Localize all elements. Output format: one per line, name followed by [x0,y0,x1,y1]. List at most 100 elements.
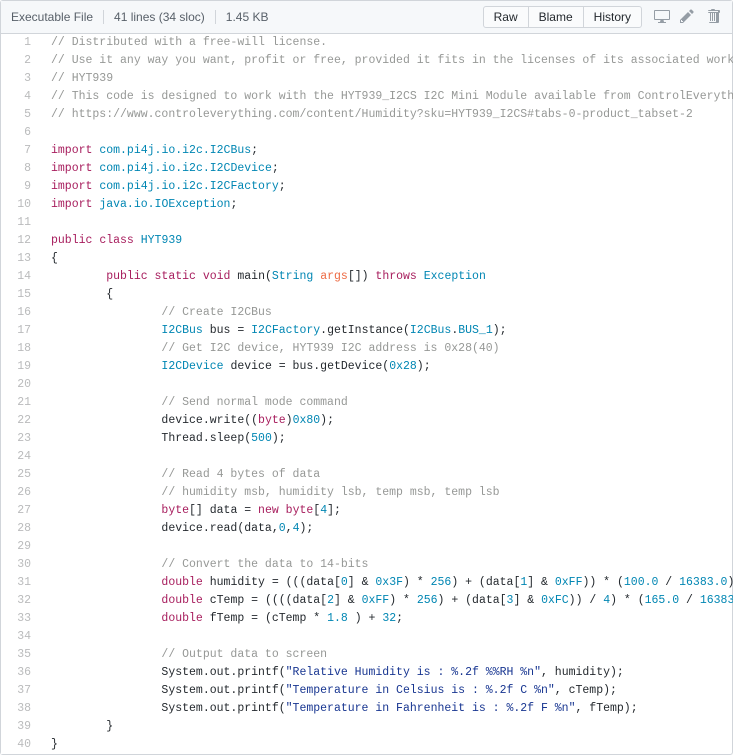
code-line: 33 double fTemp = (cTemp * 1.8 ) + 32; [1,610,733,628]
code-line: 17 I2CBus bus = I2CFactory.getInstance(I… [1,322,733,340]
line-number[interactable]: 9 [1,178,41,196]
line-number[interactable]: 27 [1,502,41,520]
line-content[interactable]: // Send normal mode command [41,394,733,412]
code-line: 22 device.write((byte)0x80); [1,412,733,430]
line-number[interactable]: 28 [1,520,41,538]
line-content[interactable]: } [41,736,733,754]
line-number[interactable]: 31 [1,574,41,592]
line-content[interactable]: // This code is designed to work with th… [41,88,733,106]
line-content[interactable] [41,628,733,646]
line-number[interactable]: 1 [1,34,41,52]
line-number[interactable]: 38 [1,700,41,718]
line-content[interactable]: // Get I2C device, HYT939 I2C address is… [41,340,733,358]
line-number[interactable]: 10 [1,196,41,214]
code-line: 8import com.pi4j.io.i2c.I2CDevice; [1,160,733,178]
blame-button[interactable]: Blame [528,6,584,28]
line-number[interactable]: 30 [1,556,41,574]
line-number[interactable]: 22 [1,412,41,430]
desktop-icon[interactable] [654,8,670,27]
line-number[interactable]: 13 [1,250,41,268]
line-number[interactable]: 17 [1,322,41,340]
code-line: 20 [1,376,733,394]
line-number[interactable]: 32 [1,592,41,610]
line-content[interactable]: // Convert the data to 14-bits [41,556,733,574]
line-content[interactable]: // Output data to screen [41,646,733,664]
line-number[interactable]: 2 [1,52,41,70]
line-content[interactable]: byte[] data = new byte[4]; [41,502,733,520]
line-content[interactable]: double humidity = (((data[0] & 0x3F) * 2… [41,574,733,592]
line-number[interactable]: 5 [1,106,41,124]
line-content[interactable]: // https://www.controleverything.com/con… [41,106,733,124]
code-line: 34 [1,628,733,646]
line-content[interactable]: public static void main(String args[]) t… [41,268,733,286]
line-content[interactable]: } [41,718,733,736]
code-line: 36 System.out.printf("Relative Humidity … [1,664,733,682]
line-content[interactable]: import com.pi4j.io.i2c.I2CFactory; [41,178,733,196]
code-line: 26 // humidity msb, humidity lsb, temp m… [1,484,733,502]
line-content[interactable]: System.out.printf("Temperature in Celsiu… [41,682,733,700]
code-line: 32 double cTemp = ((((data[2] & 0xFF) * … [1,592,733,610]
line-number[interactable]: 4 [1,88,41,106]
line-number[interactable]: 40 [1,736,41,754]
code-line: 19 I2CDevice device = bus.getDevice(0x28… [1,358,733,376]
line-content[interactable]: System.out.printf("Relative Humidity is … [41,664,733,682]
line-number[interactable]: 26 [1,484,41,502]
line-content[interactable]: public class HYT939 [41,232,733,250]
line-content[interactable]: double cTemp = ((((data[2] & 0xFF) * 256… [41,592,733,610]
line-number[interactable]: 12 [1,232,41,250]
line-content[interactable] [41,214,733,232]
line-content[interactable]: device.write((byte)0x80); [41,412,733,430]
line-content[interactable]: // Read 4 bytes of data [41,466,733,484]
history-button[interactable]: History [583,6,642,28]
line-content[interactable]: // humidity msb, humidity lsb, temp msb,… [41,484,733,502]
code-line: 5// https://www.controleverything.com/co… [1,106,733,124]
line-number[interactable]: 15 [1,286,41,304]
line-number[interactable]: 34 [1,628,41,646]
line-number[interactable]: 14 [1,268,41,286]
raw-button[interactable]: Raw [483,6,529,28]
line-content[interactable]: device.read(data,0,4); [41,520,733,538]
file-info: Executable File 41 lines (34 sloc) 1.45 … [11,10,483,24]
line-number[interactable]: 18 [1,340,41,358]
line-content[interactable]: import com.pi4j.io.i2c.I2CDevice; [41,160,733,178]
line-content[interactable] [41,538,733,556]
line-number[interactable]: 6 [1,124,41,142]
trash-icon[interactable] [706,8,722,27]
line-content[interactable]: Thread.sleep(500); [41,430,733,448]
line-number[interactable]: 25 [1,466,41,484]
line-content[interactable]: // Create I2CBus [41,304,733,322]
line-number[interactable]: 24 [1,448,41,466]
line-content[interactable]: I2CBus bus = I2CFactory.getInstance(I2CB… [41,322,733,340]
line-content[interactable]: I2CDevice device = bus.getDevice(0x28); [41,358,733,376]
line-content[interactable]: // Distributed with a free-will license. [41,34,733,52]
line-content[interactable]: // HYT939 [41,70,733,88]
line-number[interactable]: 8 [1,160,41,178]
line-number[interactable]: 20 [1,376,41,394]
line-number[interactable]: 23 [1,430,41,448]
line-number[interactable]: 21 [1,394,41,412]
line-content[interactable]: { [41,250,733,268]
line-number[interactable]: 7 [1,142,41,160]
pencil-icon[interactable] [680,8,696,27]
line-number[interactable]: 39 [1,718,41,736]
line-number[interactable]: 33 [1,610,41,628]
line-content[interactable] [41,376,733,394]
line-number[interactable]: 16 [1,304,41,322]
line-number[interactable]: 29 [1,538,41,556]
line-content[interactable]: import java.io.IOException; [41,196,733,214]
line-number[interactable]: 3 [1,70,41,88]
line-number[interactable]: 19 [1,358,41,376]
line-content[interactable] [41,124,733,142]
line-content[interactable]: { [41,286,733,304]
line-number[interactable]: 36 [1,664,41,682]
line-content[interactable] [41,448,733,466]
line-number[interactable]: 35 [1,646,41,664]
line-number[interactable]: 37 [1,682,41,700]
line-content[interactable]: System.out.printf("Temperature in Fahren… [41,700,733,718]
code-line: 29 [1,538,733,556]
line-content[interactable]: import com.pi4j.io.i2c.I2CBus; [41,142,733,160]
line-content[interactable]: double fTemp = (cTemp * 1.8 ) + 32; [41,610,733,628]
header-icons [654,8,722,27]
line-content[interactable]: // Use it any way you want, profit or fr… [41,52,733,70]
line-number[interactable]: 11 [1,214,41,232]
